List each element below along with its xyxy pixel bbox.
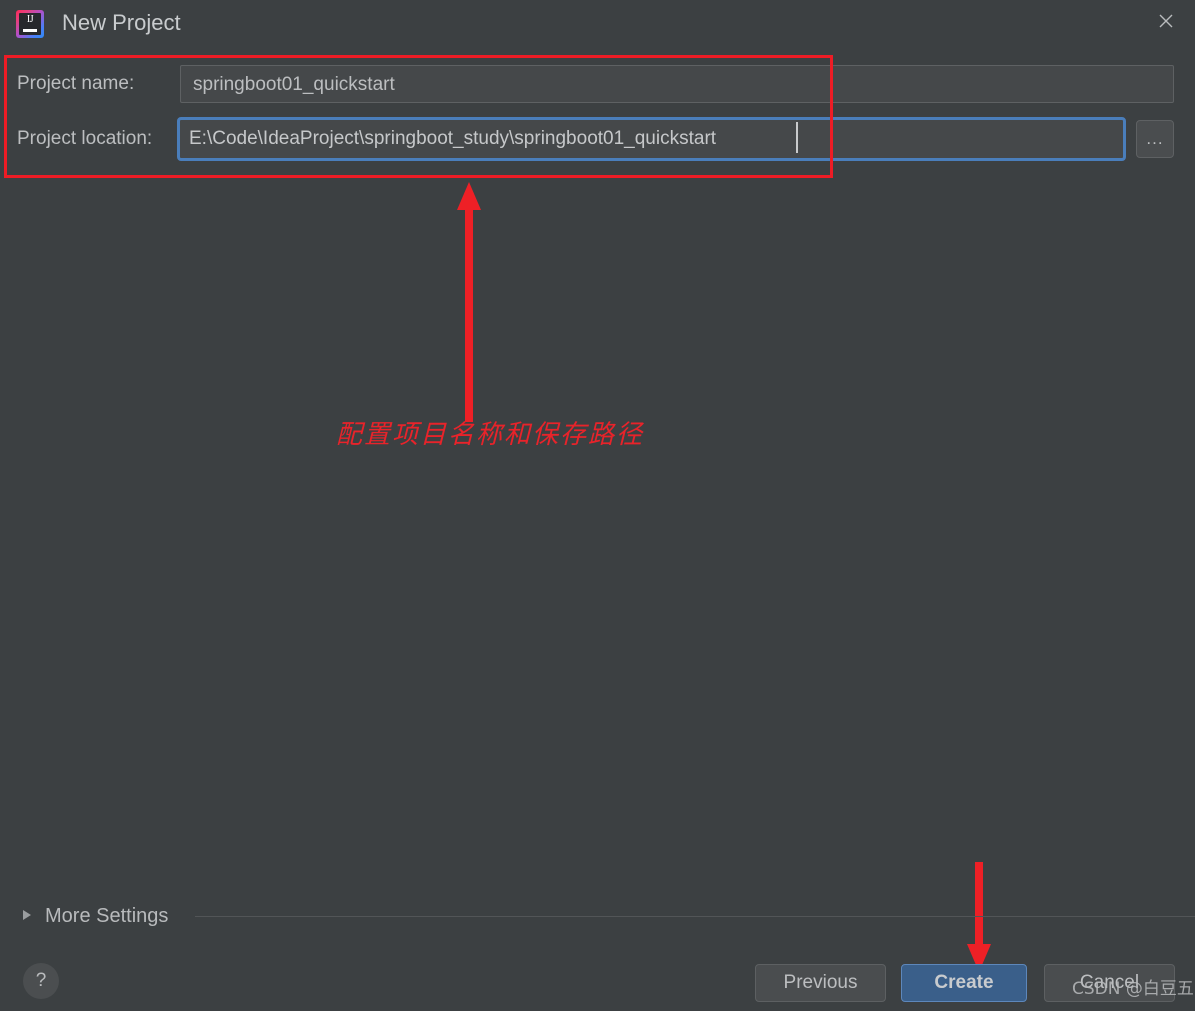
arrow-up-icon [457,182,481,422]
close-icon[interactable] [1137,0,1195,45]
browse-folder-label: ... [1146,129,1164,148]
app-icon-label: IJ [26,14,34,25]
project-location-value: E:\Code\IdeaProject\springboot_study\spr… [189,128,717,149]
create-button[interactable]: Create [901,964,1027,1002]
window-titlebar: IJ New Project [0,0,1195,47]
chevron-right-icon [23,910,31,920]
watermark: CSDN @白豆五 [1072,979,1194,999]
page-title: New Project [62,10,181,35]
project-name-value: springboot01_quickstart [193,74,395,95]
project-location-input[interactable]: E:\Code\IdeaProject\springboot_study\spr… [177,117,1126,161]
app-icon-underbar [23,29,37,32]
section-divider [195,916,1195,917]
intellij-idea-icon: IJ [16,10,44,38]
help-button-label: ? [35,970,47,991]
project-location-label: Project location: [17,128,153,149]
app-icon-inner: IJ [19,13,41,35]
previous-button[interactable]: Previous [755,964,886,1002]
more-settings-section[interactable]: More Settings [0,900,1195,934]
browse-folder-button[interactable]: ... [1136,120,1174,158]
close-icon-glyph [1159,14,1173,28]
project-name-input[interactable]: springboot01_quickstart [180,65,1174,103]
more-settings-label: More Settings [45,905,169,927]
text-caret [796,122,798,153]
help-button[interactable]: ? [23,963,59,999]
project-name-label: Project name: [17,73,135,94]
annotation-note-text: 配置项目名称和保存路径 [336,420,645,450]
